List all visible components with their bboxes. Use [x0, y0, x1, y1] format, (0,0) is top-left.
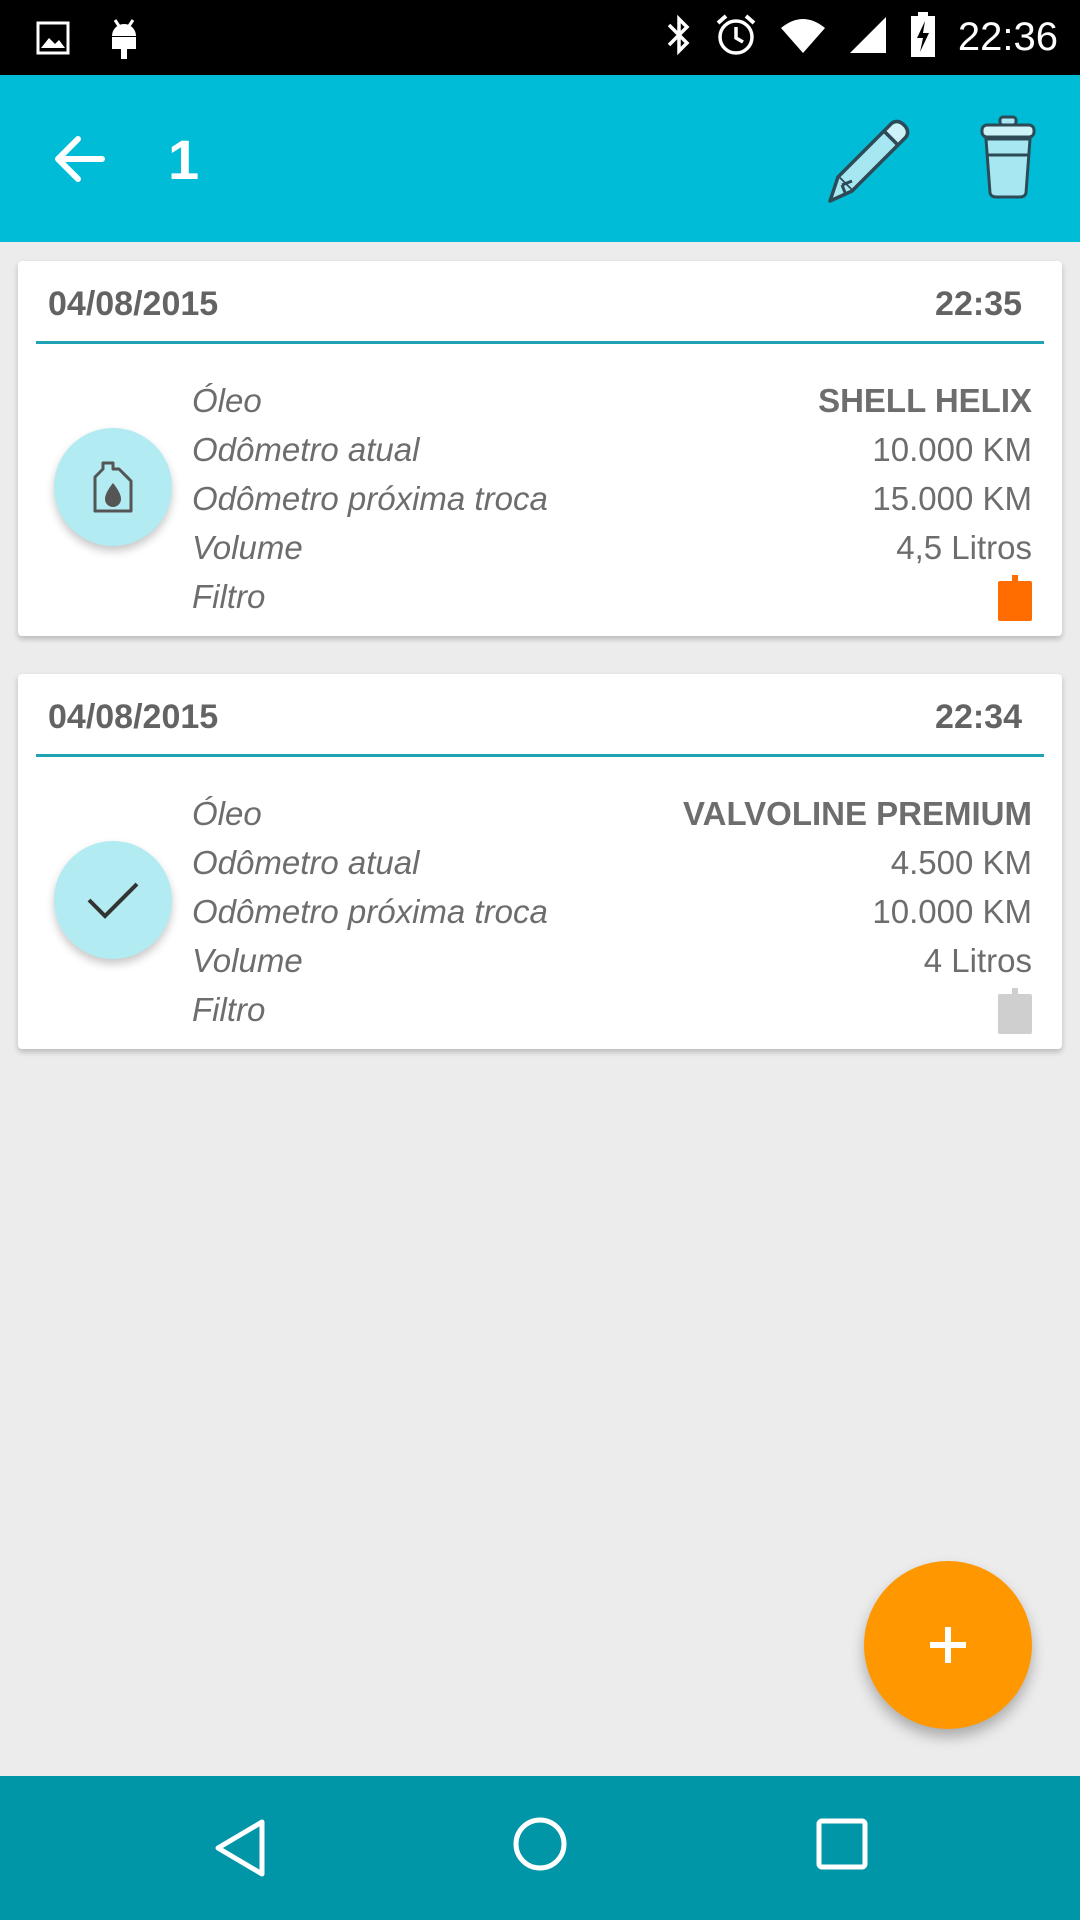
next-odometer-value: 10.000 KM — [872, 892, 1032, 930]
bluetooth-icon — [666, 13, 692, 62]
status-circle — [54, 428, 172, 546]
detail-row-next: Odômetro próxima troca 10.000 KM — [192, 887, 1032, 936]
signal-icon — [848, 15, 888, 60]
oil-value: VALVOLINE PREMIUM — [683, 794, 1032, 832]
trash-icon — [980, 115, 1036, 199]
oil-value: SHELL HELIX — [818, 381, 1032, 419]
nav-home-icon — [513, 1817, 567, 1871]
status-circle — [54, 841, 172, 959]
detail-row-volume: Volume 4,5 Litros — [192, 523, 1032, 572]
detail-row-filter: Filtro — [192, 985, 1032, 1034]
page-title: 1 — [168, 128, 200, 191]
volume-label: Volume — [192, 941, 303, 979]
card-header: 04/08/2015 22:35 — [36, 261, 1044, 344]
add-record-button[interactable] — [864, 1561, 1032, 1729]
image-icon — [36, 21, 70, 60]
filter-icon — [998, 987, 1032, 1034]
detail-row-next: Odômetro próxima troca 15.000 KM — [192, 474, 1032, 523]
navigation-bar — [0, 1776, 1080, 1920]
pencil-icon — [828, 119, 910, 203]
oil-change-card[interactable]: 04/08/2015 22:35 Óleo SHELL HELIX Odômet… — [18, 261, 1062, 636]
detail-row-volume: Volume 4 Litros — [192, 936, 1032, 985]
status-bar: 22:36 — [0, 0, 1080, 75]
edit-button[interactable] — [818, 115, 914, 205]
card-time: 22:34 — [935, 698, 1022, 736]
oil-change-card[interactable]: 04/08/2015 22:34 Óleo VALVOLINE PREMIUM … — [18, 674, 1062, 1049]
status-time: 22:36 — [957, 15, 1058, 59]
nav-home-button[interactable] — [512, 1816, 568, 1872]
android-icon — [106, 16, 142, 65]
back-button[interactable] — [48, 127, 120, 191]
oil-label: Óleo — [192, 794, 262, 832]
card-time: 22:35 — [935, 285, 1022, 323]
oil-label: Óleo — [192, 381, 262, 419]
nav-back-icon — [215, 1819, 265, 1877]
volume-value: 4,5 Litros — [896, 528, 1032, 566]
odometer-value: 4.500 KM — [890, 843, 1032, 881]
next-odometer-value: 15.000 KM — [872, 479, 1032, 517]
oil-bottle-icon — [93, 461, 133, 513]
detail-row-filter: Filtro — [192, 572, 1032, 621]
nav-recents-button[interactable] — [814, 1816, 870, 1872]
card-details: Óleo VALVOLINE PREMIUM Odômetro atual 4.… — [192, 789, 1032, 1034]
check-icon — [87, 882, 139, 919]
next-odometer-label: Odômetro próxima troca — [192, 479, 548, 517]
next-odometer-label: Odômetro próxima troca — [192, 892, 548, 930]
volume-value: 4 Litros — [923, 941, 1032, 979]
filter-label: Filtro — [192, 990, 266, 1028]
card-date: 04/08/2015 — [48, 698, 219, 736]
arrow-back-icon — [55, 136, 105, 182]
detail-row-oil: Óleo VALVOLINE PREMIUM — [192, 789, 1032, 838]
card-header: 04/08/2015 22:34 — [36, 674, 1044, 757]
card-details: Óleo SHELL HELIX Odômetro atual 10.000 K… — [192, 376, 1032, 621]
battery-charging-icon — [910, 12, 936, 63]
nav-recents-icon — [816, 1818, 868, 1870]
alarm-icon — [714, 13, 758, 62]
detail-row-odometer: Odômetro atual 4.500 KM — [192, 838, 1032, 887]
volume-label: Volume — [192, 528, 303, 566]
plus-icon — [930, 1627, 966, 1663]
wifi-icon — [780, 16, 826, 59]
filter-icon — [998, 574, 1032, 621]
filter-label: Filtro — [192, 577, 266, 615]
odometer-value: 10.000 KM — [872, 430, 1032, 468]
delete-button[interactable] — [976, 115, 1040, 199]
nav-back-button[interactable] — [208, 1816, 280, 1880]
card-date: 04/08/2015 — [48, 285, 219, 323]
detail-row-odometer: Odômetro atual 10.000 KM — [192, 425, 1032, 474]
odometer-label: Odômetro atual — [192, 430, 420, 468]
odometer-label: Odômetro atual — [192, 843, 420, 881]
app-bar: 1 — [0, 75, 1080, 242]
detail-row-oil: Óleo SHELL HELIX — [192, 376, 1032, 425]
